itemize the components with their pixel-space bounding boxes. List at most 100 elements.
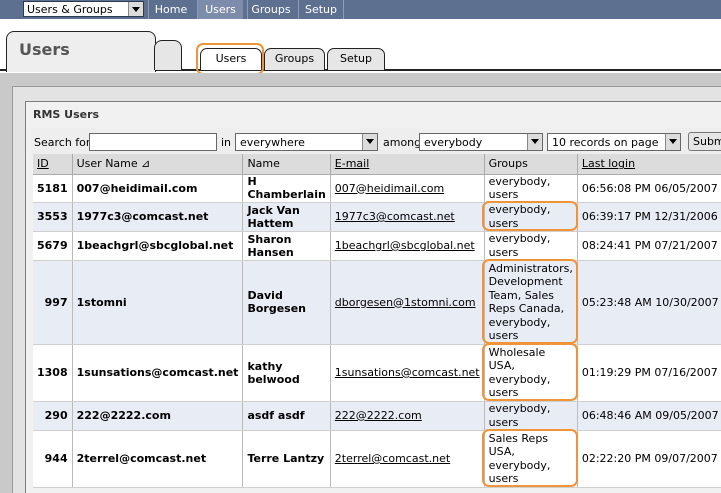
among-select[interactable]: everybody (419, 133, 543, 151)
table-row[interactable]: 1308 1sunsations@comcast.net kathy belwood… (33, 344, 721, 402)
group-entry: everybody, (488, 458, 551, 472)
group-entry: Sales Reps (488, 431, 549, 445)
cell-name: asdf asdf (242, 401, 331, 431)
header-name[interactable]: Name (242, 154, 331, 175)
cell-username: 007@heidimail.com (72, 174, 244, 203)
nav-setup[interactable]: Setup (298, 0, 344, 19)
group-entry: users (488, 472, 519, 485)
cell-last-login: 06:56:08 PM 06/05/2007 (577, 174, 721, 203)
cell-groups: everybody, users (484, 174, 578, 203)
group-entry: Team, Sales (488, 288, 554, 302)
cell-username: 2terrel@comcast.net (72, 430, 244, 488)
cell-id: 997 (33, 260, 73, 345)
cell-groups: Wholesale USA, everybody, users (484, 344, 578, 402)
group-entry: Administrators, (488, 261, 573, 275)
in-label: in (221, 136, 232, 149)
table-header-row: ID User Name ⊿ Name E-mail Groups Last l… (33, 154, 721, 175)
table-row[interactable]: 944 2terrel@comcast.net Terre Lantzy 2terre… (33, 430, 721, 488)
table-row[interactable]: 5679 1beachgrl@sbcglobal.net Sharon Hansen… (33, 231, 721, 261)
header-last-login[interactable]: Last login (577, 154, 721, 175)
header-email[interactable]: E-mail (330, 154, 485, 175)
cell-id: 3553 (33, 202, 73, 232)
email-link[interactable]: 1sunsations@comcast.net (335, 366, 480, 379)
cell-groups: everybody, users (484, 202, 578, 232)
page-size-value: 10 records on page (552, 136, 659, 149)
table-row[interactable]: 997 1stomni David Borgesen dborgesen@1stomn… (33, 260, 721, 345)
tab-users[interactable]: Users (200, 48, 262, 70)
section-select[interactable]: Users & Groups (23, 1, 144, 17)
group-entry: users (488, 329, 519, 342)
cell-email: 007@heidimail.com (330, 174, 485, 203)
among-label: among (383, 136, 422, 149)
cell-email: 1977c3@comcast.net (330, 202, 485, 232)
cell-groups: Administrators, Development Team, Sales Rep… (484, 260, 578, 345)
tab-groups[interactable]: Groups (264, 48, 325, 70)
search-scope-value: everywhere (240, 136, 305, 149)
search-scope-select[interactable]: everywhere (235, 133, 378, 151)
cell-name: H Chamberlain (242, 174, 331, 203)
group-entry: users (488, 188, 519, 201)
table-row[interactable]: 5181 007@heidimail.com H Chamberlain 007@he… (33, 174, 721, 203)
table-body: 5181 007@heidimail.com H Chamberlain 007@he… (33, 174, 721, 488)
page-title: Users (19, 40, 70, 59)
group-entry: users (488, 245, 519, 259)
cell-id: 5679 (33, 231, 73, 261)
page-size-select[interactable]: 10 records on page (547, 133, 681, 151)
email-link[interactable]: 222@2222.com (335, 409, 422, 422)
chevron-down-icon[interactable] (128, 2, 143, 16)
header-username[interactable]: User Name ⊿ (72, 154, 244, 175)
group-entry: Wholesale (488, 345, 546, 359)
sort-indicator-icon: ⊿ (141, 157, 151, 171)
group-entry: everybody, (488, 232, 551, 245)
group-entry: users (488, 415, 519, 429)
tab-setup[interactable]: Setup (327, 48, 385, 70)
nav-groups[interactable]: Groups (247, 0, 294, 19)
group-entry: everybody, (488, 402, 551, 415)
blank-tab (154, 40, 182, 70)
cell-name: Jack Van Hattem (242, 202, 331, 232)
users-table: ID User Name ⊿ Name E-mail Groups Last l… (33, 154, 721, 488)
group-entry: Development (488, 275, 563, 288)
header-username-label: User Name (76, 157, 138, 171)
cell-groups: everybody, users (484, 231, 578, 261)
cell-email: 2terrel@comcast.net (330, 430, 485, 488)
nav-users[interactable]: Users (197, 0, 243, 19)
group-entry: Reps Canada, (488, 302, 565, 315)
group-entry: users (488, 386, 519, 399)
table-row[interactable]: 290 222@2222.com asdf asdf 222@2222.com ever… (33, 401, 721, 431)
email-link[interactable]: 1beachgrl@sbcglobal.net (335, 239, 475, 252)
group-entry: USA, (488, 445, 515, 458)
top-navigation-bar: Users & Groups Home Users Groups Setup (0, 0, 721, 19)
nav-home[interactable]: Home (148, 0, 193, 19)
cell-last-login: 05:23:48 AM 10/30/2007 (577, 260, 721, 345)
chevron-down-icon[interactable] (527, 134, 542, 150)
email-link[interactable]: 1977c3@comcast.net (335, 210, 455, 223)
submit-button[interactable]: Subm (688, 132, 721, 151)
cell-last-login: 02:22:20 PM 09/07/2007 (577, 430, 721, 488)
search-for-label: Search for (34, 136, 91, 149)
cell-last-login: 06:39:17 PM 12/31/2006 (577, 202, 721, 232)
search-input[interactable] (89, 133, 217, 151)
group-entry: everybody, (488, 203, 551, 216)
group-entry: USA, (488, 359, 515, 372)
cell-groups: Sales Reps USA, everybody, users (484, 430, 578, 488)
cell-groups: everybody, users (484, 401, 578, 431)
cell-email: 1beachgrl@sbcglobal.net (330, 231, 485, 261)
header-id[interactable]: ID (33, 154, 73, 175)
page-title-tab: Users (6, 31, 156, 72)
cell-name: David Borgesen (242, 260, 331, 345)
tab-strip: Users Users Groups Setup (0, 19, 721, 73)
email-link[interactable]: dborgesen@1stomni.com (335, 296, 476, 309)
chevron-down-icon[interactable] (362, 134, 377, 150)
email-link[interactable]: 2terrel@comcast.net (335, 452, 450, 465)
cell-last-login: 01:19:29 PM 07/16/2007 (577, 344, 721, 402)
chevron-down-icon[interactable] (665, 134, 680, 150)
cell-email: 222@2222.com (330, 401, 485, 431)
cell-email: dborgesen@1stomni.com (330, 260, 485, 345)
table-row[interactable]: 3553 1977c3@comcast.net Jack Van Hattem 197… (33, 202, 721, 232)
header-groups[interactable]: Groups (484, 154, 578, 175)
email-link[interactable]: 007@heidimail.com (335, 182, 444, 195)
cell-username: 222@2222.com (72, 401, 244, 431)
among-value: everybody (424, 136, 483, 149)
cell-username: 1977c3@comcast.net (72, 202, 244, 232)
